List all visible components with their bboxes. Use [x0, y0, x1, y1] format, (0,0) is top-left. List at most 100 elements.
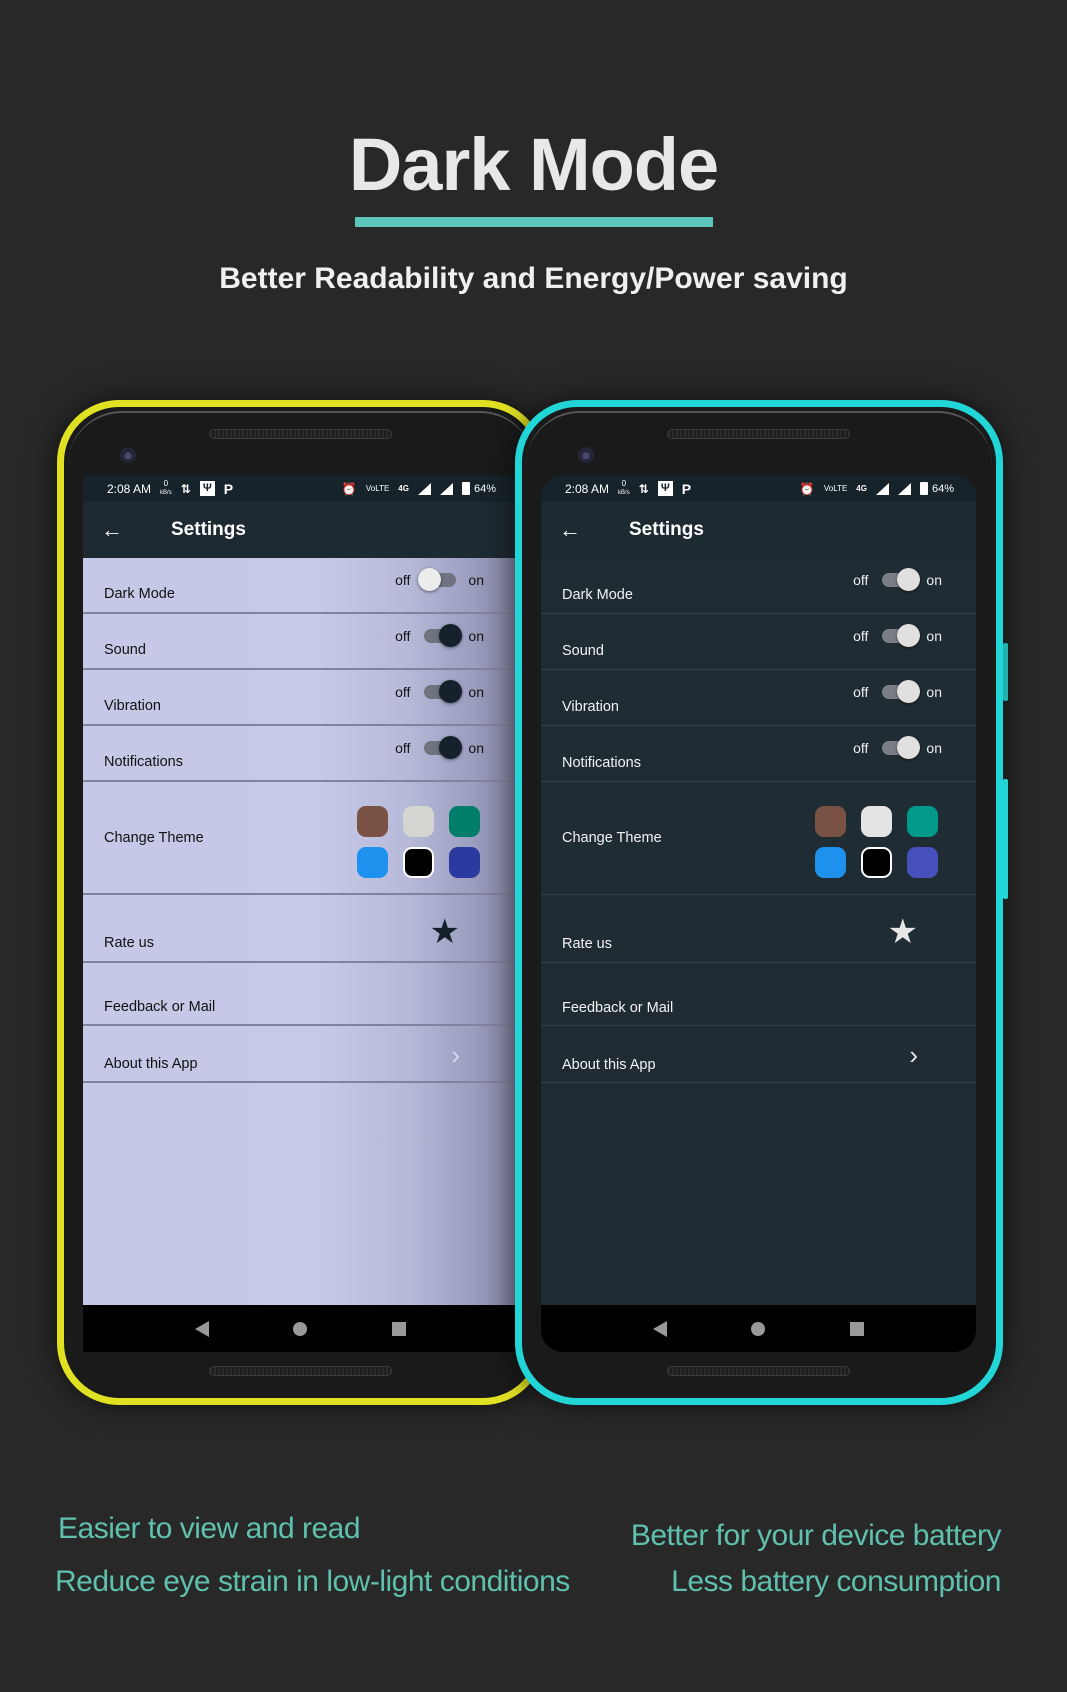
theme-swatch[interactable] — [861, 806, 892, 837]
bottom-speaker — [667, 1366, 850, 1376]
feedback-row[interactable]: Feedback or Mail — [541, 963, 976, 1026]
toggle-knob[interactable] — [897, 624, 921, 647]
setting-toggle[interactable]: off on — [395, 680, 484, 703]
battery-icon — [919, 482, 928, 495]
setting-label: Notifications — [104, 754, 183, 770]
settings-list: Dark Mode off on Sound off on Vibration … — [83, 558, 518, 1305]
toggle-switch[interactable] — [882, 736, 921, 759]
setting-row: Dark Mode off on — [83, 558, 518, 614]
toggle-knob[interactable] — [418, 568, 442, 591]
top-speaker — [209, 429, 392, 439]
signal-icon — [417, 482, 431, 495]
rate-us-label: Rate us — [104, 935, 154, 951]
theme-swatch[interactable] — [907, 806, 938, 837]
toggle-off-label: off — [853, 740, 869, 756]
toggle-off-label: off — [395, 572, 411, 588]
data-transfer-icon: ⇅ — [180, 481, 191, 496]
theme-swatch[interactable] — [357, 847, 388, 878]
theme-swatch[interactable] — [403, 806, 434, 837]
nav-home-icon[interactable] — [751, 1321, 766, 1336]
benefit-less-consumption: Less battery consumption — [671, 1565, 1001, 1598]
change-theme-label: Change Theme — [104, 830, 204, 846]
network-speed: 0 kB/s — [618, 479, 630, 497]
theme-swatches — [815, 806, 938, 878]
theme-swatch[interactable] — [403, 847, 434, 878]
power-button — [1003, 643, 1008, 701]
status-time: 2:08 AM — [107, 481, 152, 496]
toggle-switch[interactable] — [882, 624, 921, 647]
toggle-switch[interactable] — [424, 680, 463, 703]
chevron-right-icon[interactable]: › — [451, 1040, 460, 1071]
theme-swatch[interactable] — [815, 847, 846, 878]
setting-label: Vibration — [562, 699, 619, 715]
toggle-knob[interactable] — [439, 680, 463, 703]
feedback-row[interactable]: Feedback or Mail — [83, 963, 518, 1026]
back-arrow-icon[interactable]: ← — [559, 517, 587, 543]
theme-swatches — [357, 806, 480, 878]
alarm-icon: ⏰ — [799, 481, 815, 496]
signal-icon-2 — [897, 482, 911, 495]
page-subtitle: Better Readability and Energy/Power savi… — [219, 262, 848, 295]
toggle-knob[interactable] — [897, 680, 921, 703]
data-transfer-icon: ⇅ — [638, 481, 649, 496]
title-underline — [355, 217, 713, 227]
toggle-switch[interactable] — [424, 736, 463, 759]
toggle-on-label: on — [468, 628, 484, 644]
page-title: Dark Mode — [348, 123, 719, 206]
toggle-off-label: off — [853, 572, 869, 588]
nav-home-icon[interactable] — [293, 1321, 308, 1336]
nav-back-icon[interactable] — [195, 1320, 210, 1337]
about-label: About this App — [562, 1057, 656, 1073]
nav-recents-icon[interactable] — [391, 1321, 406, 1336]
setting-toggle[interactable]: off on — [395, 736, 484, 759]
change-theme-row: Change Theme — [83, 782, 518, 895]
toggle-knob[interactable] — [439, 624, 463, 647]
benefit-better-battery: Better for your device battery — [630, 1519, 1002, 1552]
setting-row: Notifications off on — [541, 726, 976, 782]
smiling-star-icon[interactable]: ★ — [888, 915, 918, 949]
about-row[interactable]: About this App › — [83, 1026, 518, 1083]
theme-swatch[interactable] — [907, 847, 938, 878]
volume-button — [1003, 779, 1008, 899]
rate-us-row[interactable]: Rate us ★ — [83, 895, 518, 963]
app-toolbar: ← Settings — [83, 502, 518, 558]
status-bar: 2:08 AM 0 kB/s ⇅ Ψ P ⏰ VoLTE 4G 64% — [541, 475, 976, 502]
setting-toggle[interactable]: off on — [853, 736, 942, 759]
toggle-knob[interactable] — [897, 736, 921, 759]
volte-icon: VoLTE — [365, 484, 390, 493]
setting-toggle[interactable]: off on — [395, 624, 484, 647]
setting-label: Dark Mode — [562, 587, 633, 603]
toggle-switch[interactable] — [882, 568, 921, 591]
signal-icon-2 — [439, 482, 453, 495]
setting-label: Dark Mode — [104, 586, 175, 602]
rate-us-row[interactable]: Rate us ★ — [541, 895, 976, 963]
theme-swatch[interactable] — [815, 806, 846, 837]
toggle-switch[interactable] — [424, 624, 463, 647]
benefit-easier-to-read: Easier to view and read — [58, 1512, 361, 1545]
toggle-switch[interactable] — [418, 568, 457, 591]
back-arrow-icon[interactable]: ← — [101, 517, 129, 543]
setting-toggle[interactable]: off on — [395, 568, 484, 591]
setting-toggle[interactable]: off on — [853, 680, 942, 703]
front-camera — [578, 447, 594, 463]
nav-back-icon[interactable] — [653, 1320, 668, 1337]
chevron-right-icon[interactable]: › — [909, 1040, 918, 1071]
about-row[interactable]: About this App › — [541, 1026, 976, 1083]
toggle-on-label: on — [926, 628, 942, 644]
toggle-knob[interactable] — [439, 736, 463, 759]
toggle-knob[interactable] — [897, 568, 921, 591]
theme-swatch[interactable] — [861, 847, 892, 878]
theme-swatch[interactable] — [357, 806, 388, 837]
usb-icon: Ψ — [657, 481, 673, 496]
theme-swatch[interactable] — [449, 806, 480, 837]
setting-toggle[interactable]: off on — [853, 624, 942, 647]
nav-recents-icon[interactable] — [849, 1321, 864, 1336]
toggle-on-label: on — [926, 740, 942, 756]
smiling-star-icon[interactable]: ★ — [430, 915, 460, 949]
volte-icon: VoLTE — [823, 484, 848, 493]
toggle-switch[interactable] — [882, 680, 921, 703]
toggle-off-label: off — [395, 740, 411, 756]
theme-swatch[interactable] — [449, 847, 480, 878]
setting-toggle[interactable]: off on — [853, 568, 942, 591]
setting-row: Dark Mode off on — [541, 558, 976, 614]
